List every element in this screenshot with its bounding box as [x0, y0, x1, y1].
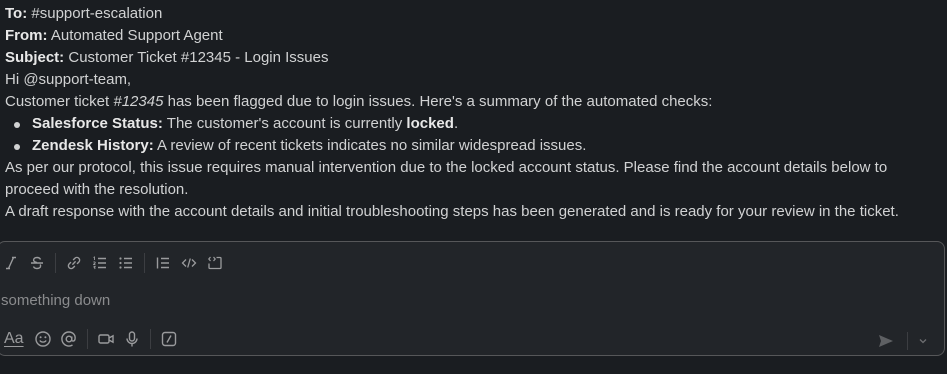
ordered-list-icon[interactable] — [87, 250, 113, 276]
strikethrough-icon[interactable] — [24, 250, 50, 276]
toolbar-divider — [86, 329, 88, 349]
microphone-icon[interactable] — [119, 326, 145, 352]
send-controls — [873, 328, 930, 354]
code-icon[interactable] — [176, 250, 202, 276]
check-text: A review of recent tickets indicates no … — [153, 137, 587, 154]
emoji-icon[interactable] — [30, 326, 56, 352]
formatting-toolbar — [0, 250, 228, 276]
from-value: Automated Support Agent — [50, 27, 223, 44]
draft-text: A draft response with the account detail… — [5, 203, 899, 220]
check-text: The customer's account is currently — [162, 115, 407, 132]
blockquote-icon[interactable] — [150, 250, 176, 276]
message-body: To: #support-escalation From: Automated … — [5, 3, 945, 223]
chevron-down-icon[interactable] — [916, 328, 930, 354]
check-salesforce: Salesforce Status: The customer's accoun… — [5, 113, 945, 135]
toolbar-divider — [144, 253, 145, 273]
message-composer: something down Aa — [0, 241, 945, 356]
check-zendesk: Zendesk History: A review of recent tick… — [5, 135, 945, 157]
to-line: To: #support-escalation — [5, 3, 945, 25]
slash-command-icon[interactable] — [156, 326, 182, 352]
link-icon[interactable] — [61, 250, 87, 276]
intro-post: has been flagged due to login issues. He… — [163, 93, 713, 110]
checks-list: Salesforce Status: The customer's accoun… — [5, 113, 945, 157]
subject-value: Customer Ticket #12345 - Login Issues — [68, 49, 329, 66]
greeting: Hi @support-team, — [5, 71, 132, 88]
send-divider — [907, 332, 908, 350]
intro-line: Customer ticket #12345 has been flagged … — [5, 91, 945, 113]
subject-line: Subject: Customer Ticket #12345 - Login … — [5, 47, 945, 69]
formatting-toggle-button[interactable]: Aa — [4, 330, 24, 348]
intro-pre: Customer ticket — [5, 93, 114, 110]
protocol-text: As per our protocol, this issue requires… — [5, 159, 888, 198]
subject-label: Subject: — [5, 49, 65, 66]
message-input[interactable]: something down — [1, 292, 110, 309]
toolbar-divider — [149, 329, 151, 349]
video-icon[interactable] — [93, 326, 119, 352]
intro-ticket: #12345 — [113, 93, 164, 110]
from-label: From: — [5, 27, 48, 44]
code-block-icon[interactable] — [202, 250, 228, 276]
from-line: From: Automated Support Agent — [5, 25, 945, 47]
to-label: To: — [5, 5, 28, 22]
check-label: Salesforce Status: — [32, 115, 163, 132]
mention-icon[interactable] — [56, 326, 82, 352]
check-label: Zendesk History: — [32, 137, 154, 154]
to-value: #support-escalation — [31, 5, 163, 22]
send-icon[interactable] — [873, 328, 899, 354]
toolbar-divider — [55, 253, 56, 273]
bulleted-list-icon[interactable] — [113, 250, 139, 276]
check-status: locked — [406, 115, 454, 132]
composer-actions: Aa — [4, 326, 182, 352]
italic-icon[interactable] — [0, 250, 24, 276]
check-text-end: . — [453, 115, 459, 132]
